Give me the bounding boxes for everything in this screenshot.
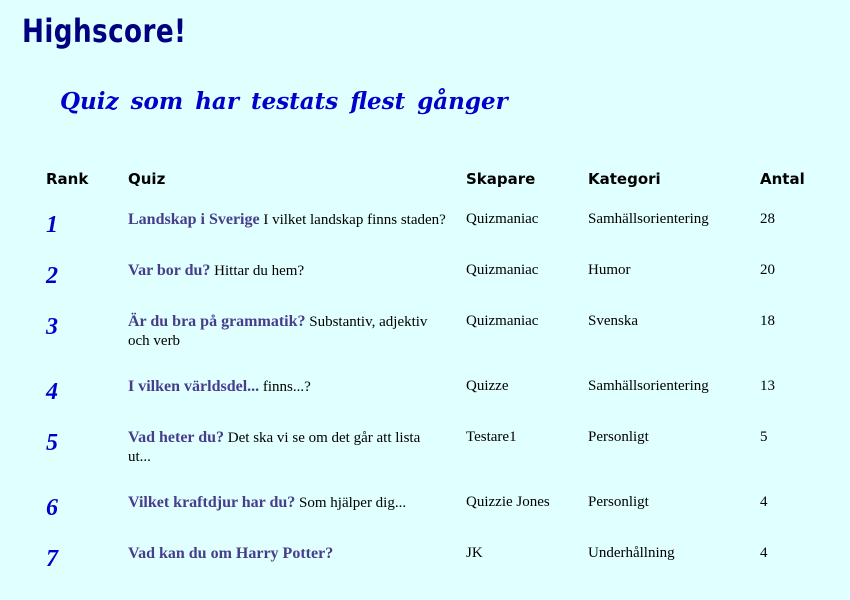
creator-cell: Quizmaniac xyxy=(466,262,539,278)
quiz-cell: Vilket kraftdjur har du? Som hjälper dig… xyxy=(118,493,456,544)
creator-cell: Quizze xyxy=(466,378,509,394)
count-cell: 5 xyxy=(760,429,768,445)
table-row: 1 Landskap i Sverige I vilket landskap f… xyxy=(36,210,830,261)
table-row: 5 Vad heter du? Det ska vi se om det går… xyxy=(36,428,830,493)
quiz-cell: Var bor du? Hittar du hem? xyxy=(118,261,456,312)
creator-cell: JK xyxy=(466,545,483,561)
page-subtitle: Quiz som har testats flest gånger xyxy=(60,88,508,115)
category-cell: Svenska xyxy=(588,313,638,329)
rank-cell: 6 xyxy=(46,495,58,521)
rank-cell: 7 xyxy=(46,546,58,572)
count-cell: 4 xyxy=(760,545,768,561)
table-row: 7 Vad kan du om Harry Potter? JK Underhå… xyxy=(36,544,830,595)
quiz-description: finns...? xyxy=(262,379,311,395)
quiz-link[interactable]: Var bor du? xyxy=(128,262,210,279)
quiz-cell: Vad heter du? Det ska vi se om det går a… xyxy=(118,428,456,493)
count-cell: 18 xyxy=(760,313,775,329)
count-cell: 4 xyxy=(760,494,768,510)
quiz-description: I vilket landskap finns staden? xyxy=(263,212,446,228)
quiz-description: Som hjälper dig... xyxy=(299,495,407,511)
category-cell: Humor xyxy=(588,262,631,278)
quiz-link[interactable]: Vad heter du? xyxy=(128,429,224,446)
quiz-link[interactable]: Är du bra på grammatik? xyxy=(128,313,306,330)
rank-cell: 1 xyxy=(46,212,58,238)
count-cell: 20 xyxy=(760,262,775,278)
quiz-link[interactable]: Vad kan du om Harry Potter? xyxy=(128,545,333,562)
category-cell: Samhällsorientering xyxy=(588,211,709,227)
table-row: 4 I vilken världsdel... finns...? Quizze… xyxy=(36,377,830,428)
creator-cell: Quizzie Jones xyxy=(466,494,550,510)
count-cell: 13 xyxy=(760,378,775,394)
column-header-creator: Skapare xyxy=(466,170,536,188)
table-row: 3 Är du bra på grammatik? Substantiv, ad… xyxy=(36,312,830,377)
category-cell: Personligt xyxy=(588,429,649,445)
creator-cell: Quizmaniac xyxy=(466,313,539,329)
quiz-link[interactable]: I vilken världsdel... xyxy=(128,378,259,395)
highscore-table: Rank Quiz Skapare Kategori Antal 1 Lands… xyxy=(36,164,830,595)
quiz-cell: I vilken världsdel... finns...? xyxy=(118,377,456,428)
column-header-category: Kategori xyxy=(588,170,661,188)
rank-cell: 2 xyxy=(46,263,58,289)
creator-cell: Testare1 xyxy=(466,429,517,445)
creator-cell: Quizmaniac xyxy=(466,211,539,227)
table-row: 6 Vilket kraftdjur har du? Som hjälper d… xyxy=(36,493,830,544)
rank-cell: 4 xyxy=(46,379,58,405)
rank-cell: 3 xyxy=(46,314,58,340)
table-row: 2 Var bor du? Hittar du hem? Quizmaniac … xyxy=(36,261,830,312)
column-header-count: Antal xyxy=(760,170,805,188)
quiz-link[interactable]: Vilket kraftdjur har du? xyxy=(128,494,295,511)
column-header-quiz: Quiz xyxy=(128,170,166,188)
count-cell: 28 xyxy=(760,211,775,227)
category-cell: Underhållning xyxy=(588,545,675,561)
rank-cell: 5 xyxy=(46,430,58,456)
page-title: Highscore! xyxy=(22,12,187,50)
category-cell: Samhällsorientering xyxy=(588,378,709,394)
quiz-description: Hittar du hem? xyxy=(214,263,305,279)
quiz-link[interactable]: Landskap i Sverige xyxy=(128,211,260,228)
category-cell: Personligt xyxy=(588,494,649,510)
column-header-rank: Rank xyxy=(46,170,89,188)
quiz-cell: Landskap i Sverige I vilket landskap fin… xyxy=(118,210,456,261)
quiz-cell: Är du bra på grammatik? Substantiv, adje… xyxy=(118,312,456,377)
table-header-row: Rank Quiz Skapare Kategori Antal xyxy=(36,164,830,210)
quiz-cell: Vad kan du om Harry Potter? xyxy=(118,544,456,595)
